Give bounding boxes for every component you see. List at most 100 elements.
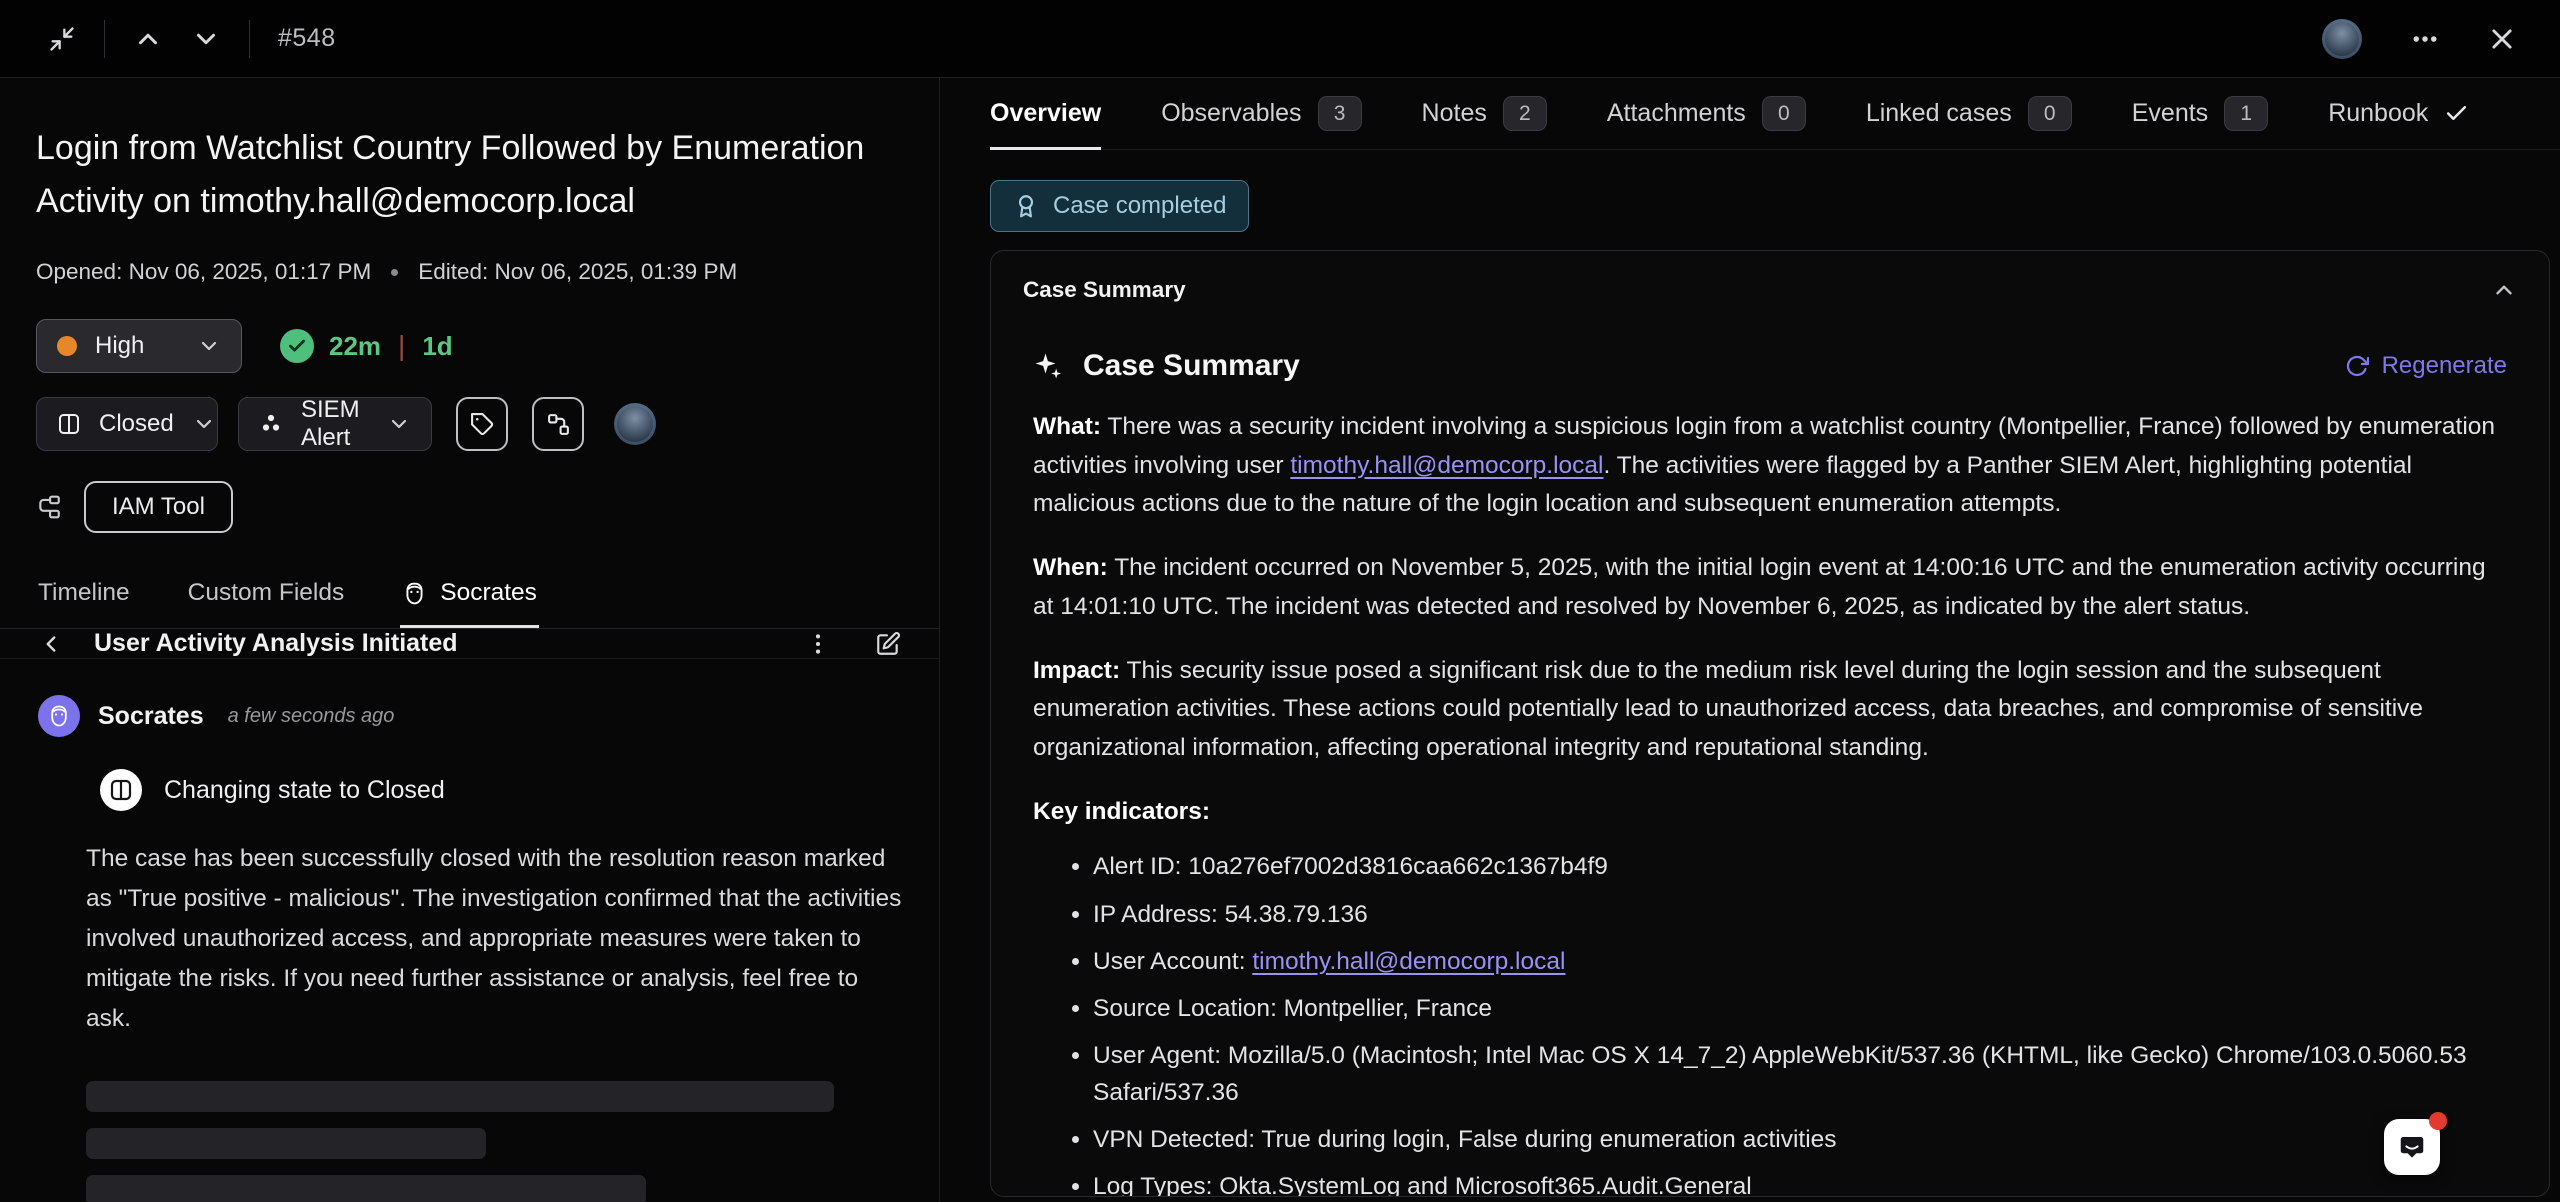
tags-button[interactable] [456, 397, 508, 451]
sla-timer: 22m | 1d [280, 329, 453, 363]
tab-runbook[interactable]: Runbook [2328, 78, 2469, 149]
tab-events-label: Events [2132, 99, 2208, 128]
regenerate-label: Regenerate [2382, 352, 2507, 380]
kebab-menu-icon[interactable] [805, 631, 831, 657]
sparkle-icon [1033, 351, 1063, 381]
close-icon[interactable] [2488, 25, 2516, 53]
tab-attachments-label: Attachments [1607, 99, 1746, 128]
right-tab-bar: Overview Observables 3 Notes 2 Attachmen… [990, 78, 2560, 150]
chevron-down-icon [197, 334, 221, 358]
tab-events[interactable]: Events 1 [2132, 78, 2268, 149]
severity-value: High [95, 332, 144, 360]
workflow-button[interactable] [532, 397, 584, 451]
state-change-icon [100, 769, 142, 811]
kanban-icon [57, 412, 81, 436]
chat-bubble-icon [2397, 1132, 2427, 1162]
chat-launcher-button[interactable] [2384, 1119, 2440, 1175]
next-case-icon[interactable] [191, 24, 221, 54]
left-tab-bar: Timeline Custom Fields Socrates [0, 567, 939, 629]
case-source-value: SIEM Alert [301, 396, 369, 452]
top-bar: #548 [0, 0, 2560, 78]
key-indicator-item: IP Address: 54.38.79.136 [1093, 897, 2507, 933]
socrates-avatar [38, 695, 80, 737]
tab-attachments[interactable]: Attachments 0 [1607, 78, 1806, 149]
summary-key-indicators-heading: Key indicators: [1033, 793, 2507, 832]
key-indicator-item: User Account: timothy.hall@democorp.loca… [1093, 944, 2507, 980]
redacted-line [86, 1128, 486, 1159]
summary-when: When: The incident occurred on November … [1033, 549, 2507, 626]
redacted-content [86, 1081, 901, 1202]
user-avatar[interactable] [2322, 19, 2362, 59]
linked-cases-count-badge: 0 [2028, 96, 2072, 131]
attachments-count-badge: 0 [1762, 96, 1806, 131]
status-value: Closed [99, 410, 174, 438]
severity-dropdown[interactable]: High [36, 319, 242, 373]
back-chevron-icon[interactable] [38, 631, 64, 657]
state-change-label: Changing state to Closed [164, 776, 445, 805]
case-detail-panel: Login from Watchlist Country Followed by… [0, 78, 940, 1202]
refresh-icon [2345, 354, 2369, 378]
case-title: Login from Watchlist Country Followed by… [36, 122, 886, 227]
notes-count-badge: 2 [1503, 96, 1547, 131]
analysis-title: User Activity Analysis Initiated [94, 629, 458, 658]
tab-runbook-label: Runbook [2328, 99, 2428, 128]
case-number: #548 [278, 24, 336, 53]
redacted-line [86, 1081, 834, 1112]
email-link[interactable]: timothy.hall@democorp.local [1252, 948, 1565, 975]
tab-socrates-label: Socrates [440, 579, 537, 607]
tab-notes[interactable]: Notes 2 [1422, 78, 1547, 149]
chat-notification-dot [2429, 1112, 2447, 1130]
case-completed-label: Case completed [1053, 192, 1226, 220]
tab-observables-label: Observables [1161, 99, 1301, 128]
summary-what: What: There was a security incident invo… [1033, 408, 2507, 524]
card-header-title: Case Summary [1023, 277, 1186, 303]
tab-observables[interactable]: Observables 3 [1161, 78, 1361, 149]
more-options-icon[interactable] [2410, 24, 2440, 54]
sla-check-icon [280, 329, 314, 363]
status-dropdown[interactable]: Closed [36, 397, 218, 451]
severity-high-dot [57, 336, 77, 356]
summary-impact: Impact: This security issue posed a sign… [1033, 652, 2507, 768]
analysis-header: User Activity Analysis Initiated [0, 629, 939, 659]
chevron-down-icon [192, 412, 216, 436]
dot-separator [391, 269, 398, 276]
key-indicator-item: User Agent: Mozilla/5.0 (Macintosh; Inte… [1093, 1038, 2507, 1111]
workflow-icon [546, 412, 571, 437]
observables-count-badge: 3 [1318, 96, 1362, 131]
summary-title: Case Summary [1083, 349, 1300, 383]
tab-linked-cases-label: Linked cases [1866, 99, 2012, 128]
collapse-panel-icon[interactable] [48, 25, 76, 53]
socrates-message: Socrates a few seconds ago Changing stat… [0, 659, 939, 1202]
siem-cluster-icon [259, 412, 283, 436]
tab-timeline[interactable]: Timeline [36, 567, 132, 628]
tag-icon [470, 412, 495, 437]
divider [249, 20, 250, 58]
message-timestamp: a few seconds ago [228, 705, 395, 728]
tab-linked-cases[interactable]: Linked cases 0 [1866, 78, 2072, 149]
key-indicator-item: Log Types: Okta.SystemLog and Microsoft3… [1093, 1169, 2507, 1197]
state-change-action: Changing state to Closed [100, 769, 901, 811]
key-indicator-item: Alert ID: 10a276ef7002d3816caa662c1367b4… [1093, 849, 2507, 885]
redacted-line [86, 1175, 646, 1202]
edited-timestamp: Edited: Nov 06, 2025, 01:39 PM [418, 259, 737, 285]
collapse-card-icon[interactable] [2491, 277, 2517, 303]
regenerate-button[interactable]: Regenerate [2345, 352, 2507, 380]
tab-socrates[interactable]: Socrates [400, 567, 539, 628]
chevron-down-icon [387, 412, 411, 436]
email-link[interactable]: timothy.hall@democorp.local [1290, 452, 1603, 479]
tab-notes-label: Notes [1422, 99, 1487, 128]
tab-overview[interactable]: Overview [990, 78, 1101, 149]
iam-tool-button[interactable]: IAM Tool [84, 481, 233, 533]
case-source-dropdown[interactable]: SIEM Alert [238, 397, 432, 451]
tab-custom-fields[interactable]: Custom Fields [186, 567, 347, 628]
runbook-flow-icon [36, 494, 62, 520]
previous-case-icon[interactable] [133, 24, 163, 54]
sla-target: 1d [422, 331, 452, 362]
tab-overview-label: Overview [990, 99, 1101, 128]
edit-icon[interactable] [875, 631, 901, 657]
case-meta: Opened: Nov 06, 2025, 01:17 PM Edited: N… [36, 259, 903, 285]
socrates-owl-icon [402, 581, 427, 606]
assignee-avatar[interactable] [614, 403, 656, 445]
divider [104, 20, 105, 58]
case-overview-panel: Overview Observables 3 Notes 2 Attachmen… [940, 78, 2560, 1202]
